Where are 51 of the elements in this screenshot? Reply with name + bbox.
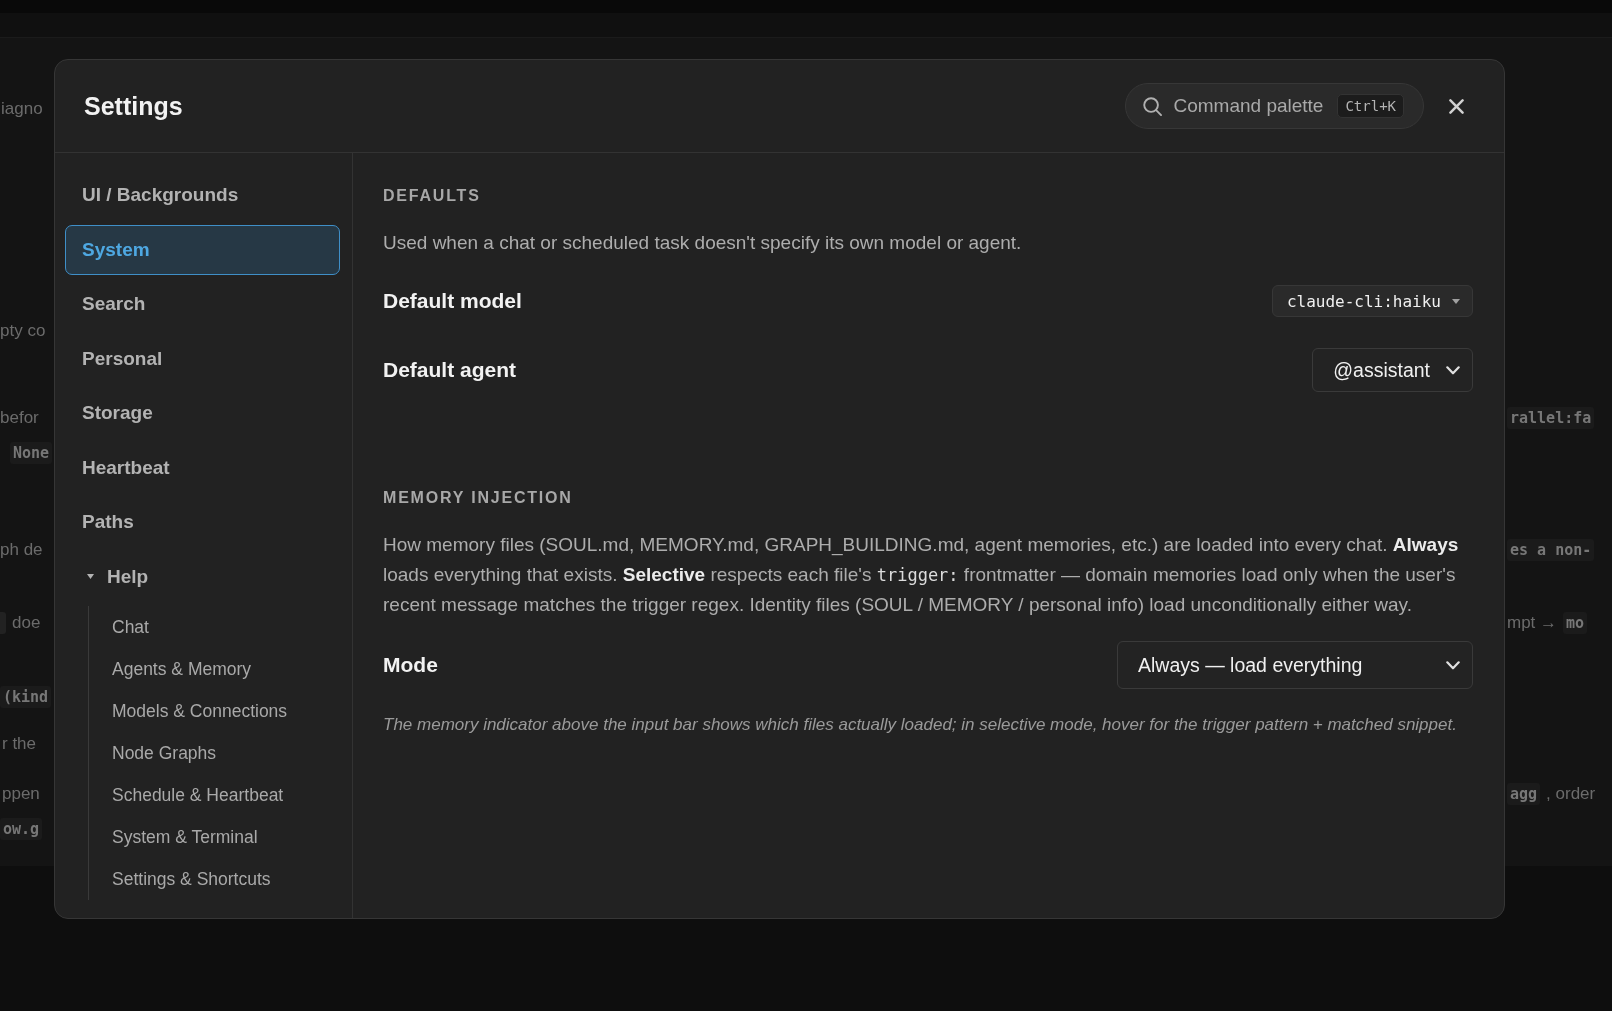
background-text: befor [0, 408, 39, 428]
inline-code: None [10, 442, 53, 464]
inline-code: ow.g [0, 818, 43, 840]
close-button[interactable] [1449, 98, 1464, 114]
background-text: mpt → [1507, 613, 1558, 633]
sidebar-subitem[interactable]: Chat [89, 606, 159, 648]
sidebar-subitem[interactable]: Settings & Shortcuts [89, 858, 281, 900]
sidebar-item[interactable]: Storage [65, 388, 170, 438]
inline-code: es a non- [1507, 539, 1595, 561]
sidebar-item[interactable]: Paths [65, 497, 151, 547]
sidebar-item[interactable]: System [65, 224, 340, 275]
section-description: Used when a chat or scheduled task doesn't specify its own model or agent. [383, 231, 1023, 255]
inline-code: agg [1507, 783, 1541, 805]
inline-code: rallel:fa [1507, 407, 1595, 429]
sidebar-subitem[interactable]: Models & Connections [89, 690, 298, 732]
field-label: Default agent [383, 358, 516, 382]
background-text: ph de [0, 540, 43, 560]
chevron-down-icon [1446, 660, 1460, 670]
inline-code: (kind [0, 686, 52, 708]
search-icon [1143, 96, 1163, 116]
agent-dropdown[interactable]: @assistant [1312, 348, 1473, 392]
chevron-down-icon [1446, 365, 1460, 375]
background-text: iagno [1, 99, 43, 119]
close-icon [1449, 98, 1464, 114]
background-text: r the [2, 734, 37, 754]
dialog-title: Settings [84, 91, 183, 121]
sidebar-subitem[interactable]: Agents & Memory [89, 648, 262, 690]
section-description: How memory files (SOUL.md, MEMORY.md, GRAPH_BUILDING.md, agent memories, etc.) are loaded into every chat. Always loads everything that exists. Selective respects each file's trigger: frontmatter — domain memories load only when the user's recent message matches the trigger regex. Identity files (SOUL / MEMORY / personal info) load unconditionally either way. [383, 533, 1460, 617]
inline-code: mo [1563, 612, 1588, 634]
sidebar-subitem[interactable]: Node Graphs [89, 732, 227, 774]
command-palette-button[interactable]: Command palette Ctrl+K [1125, 83, 1424, 129]
sidebar-subitem[interactable]: Schedule & Heartbeat [89, 774, 294, 816]
section-heading: MEMORY INJECTION [383, 488, 574, 508]
background-text: , order [1546, 784, 1596, 804]
sidebar-item[interactable]: UI / Backgrounds [65, 170, 256, 220]
field-label: Default model [383, 289, 522, 313]
model-dropdown[interactable]: claude-cli:haiku [1271, 285, 1473, 317]
sidebar-subitem[interactable]: System & Terminal [89, 816, 268, 858]
background-text: pty co [0, 321, 46, 341]
sidebar-item[interactable]: Personal [65, 333, 180, 384]
sidebar-item[interactable]: Help [65, 551, 166, 602]
sidebar-item[interactable]: Search [65, 279, 163, 329]
shortcut-key: Ctrl+K [1337, 94, 1404, 118]
mode-dropdown[interactable]: Always — load everything [1117, 641, 1473, 689]
section-heading: DEFAULTS [383, 186, 482, 206]
help-note: The memory indicator above the input bar shows which files actually loaded; in selective mode, hover for the trigger pattern + matched snippet. [383, 714, 1458, 736]
field-label: Mode [383, 653, 438, 677]
caret-down-icon [1452, 298, 1460, 304]
background-text: ppen [2, 784, 40, 804]
sidebar-item[interactable]: Heartbeat [65, 442, 187, 493]
background-text: doe [12, 613, 41, 633]
